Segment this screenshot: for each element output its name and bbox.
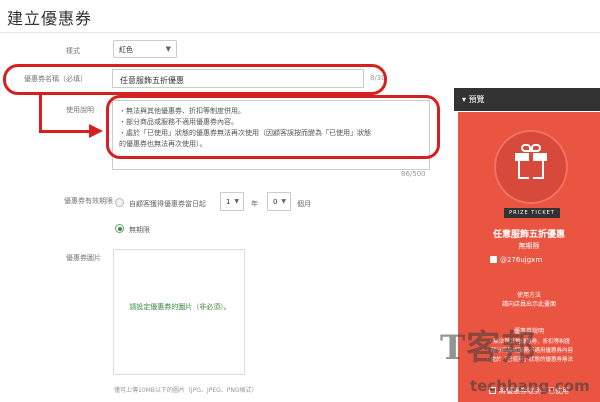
preview-usage-heading: 使用方法: [516, 292, 541, 299]
description-label: 使用說明: [66, 106, 94, 114]
style-label: 樣式: [66, 47, 80, 55]
validity-years-select[interactable]: 1 ▼: [220, 192, 244, 211]
validity-months-value: 0: [273, 198, 278, 206]
arrow-right-icon: [89, 124, 103, 138]
page-title: 建立優惠券: [7, 9, 93, 28]
style-select-value: 紅色: [119, 46, 133, 54]
arrow-connector: [39, 130, 91, 133]
coupon-image-placeholder[interactable]: 請設定優惠券的圖片（非必須）。: [120, 301, 240, 313]
validity-option-period-text: 自顧客獲得優惠券當日起: [129, 200, 206, 208]
preview-account: @276ujgxm: [490, 256, 542, 264]
watermark-site: techbang.com: [470, 377, 590, 395]
gift-bow-right: [531, 144, 541, 152]
style-select[interactable]: 紅色 ▼: [113, 40, 177, 58]
validity-years-value: 1: [226, 198, 231, 206]
validity-option-unlimited-text: 無期限: [129, 226, 150, 234]
preview-header[interactable]: ▾ 預覽: [454, 88, 600, 111]
validity-year-unit: 年: [251, 200, 258, 208]
title-divider: [0, 32, 600, 33]
validity-radio-period[interactable]: [115, 198, 124, 207]
preview-validity: 無期限: [518, 242, 540, 250]
highlight-name-outline: [3, 64, 387, 95]
account-icon: [490, 256, 497, 263]
gift-icon: [496, 132, 566, 202]
chevron-down-icon: ▼: [281, 198, 286, 205]
highlight-description-outline: [106, 95, 440, 159]
description-counter: 86/500: [401, 170, 426, 178]
prize-ticket-badge: PRIZE TICKET: [504, 208, 560, 218]
chevron-down-icon: ▼: [165, 45, 171, 53]
validity-radio-unlimited[interactable]: [115, 224, 124, 233]
validity-label: 優惠券有效期限: [64, 197, 113, 205]
chevron-down-icon: ▼: [234, 198, 239, 205]
coupon-image-label: 優惠券圖片: [66, 254, 101, 262]
validity-month-unit: 個月: [297, 200, 311, 208]
gift-ribbon: [529, 153, 533, 179]
validity-months-select[interactable]: 0 ▼: [267, 192, 291, 211]
coupon-image-note: 僅可上傳10MB以下的圖片（JPG、JPEG、PNG格式）: [114, 387, 258, 394]
arrow-connector: [39, 94, 42, 132]
coupon-image-upload[interactable]: 請設定優惠券的圖片（非必須）。: [113, 249, 245, 375]
preview-account-id: @276ujgxm: [500, 256, 543, 264]
preview-coupon-name: 任意服飾五折優惠: [492, 230, 565, 240]
watermark-logo: T客邦: [440, 328, 537, 368]
preview-usage-text: 請向店員出示此畫面: [501, 301, 556, 308]
gift-bow-left: [521, 144, 531, 152]
